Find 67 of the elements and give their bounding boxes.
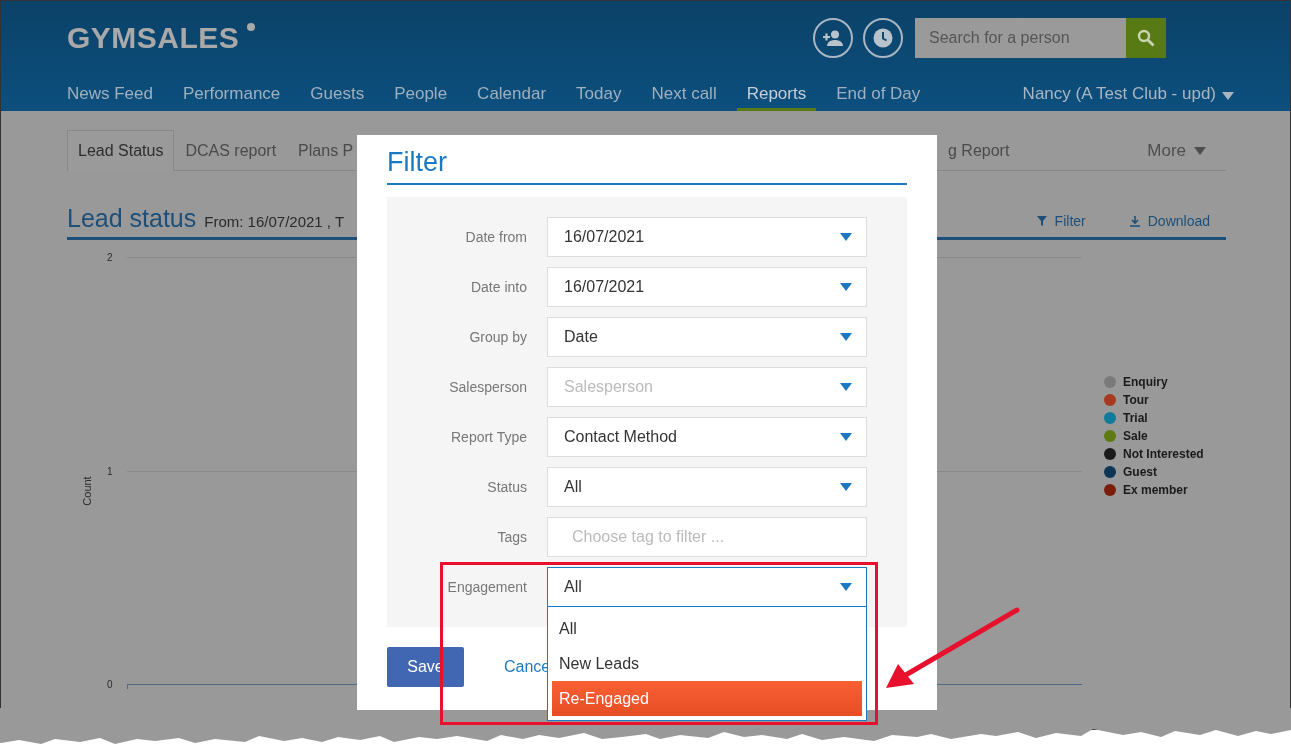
download-icon [1129, 215, 1140, 227]
select-field[interactable]: Contact Method [547, 417, 867, 457]
caret-icon [840, 583, 852, 591]
add-person-button[interactable] [813, 18, 853, 58]
nav-link[interactable]: Today [576, 79, 622, 111]
select-field[interactable]: All [547, 467, 867, 507]
nav-link[interactable]: End of Day [836, 79, 921, 111]
logo: GYMSALES [67, 21, 240, 55]
date-range: From: 16/07/2021 , T [204, 213, 345, 230]
clock-button[interactable] [863, 18, 903, 58]
caret-icon [840, 333, 852, 341]
nav-link[interactable]: Calendar [477, 79, 547, 111]
field-label: Group by [468, 329, 527, 345]
search-button[interactable] [1126, 18, 1166, 58]
axis-label: Count [81, 475, 93, 506]
caret-icon [840, 433, 852, 441]
field-label: Date into [469, 279, 527, 295]
select-field[interactable]: 16/07/2021 [547, 217, 867, 257]
legend-label: Not Interested [1123, 446, 1204, 461]
legend-label: Trial [1123, 410, 1148, 425]
search-icon [1137, 29, 1155, 47]
dropdown-option[interactable]: New Leads [552, 646, 862, 681]
nav-link[interactable]: Reports [736, 79, 817, 111]
dialog-title: Filter [387, 147, 907, 185]
select-field[interactable]: All [547, 567, 867, 607]
nav-link[interactable]: Next call [651, 79, 717, 111]
funnel-icon [1036, 216, 1047, 226]
report-tab[interactable]: Lead Status [67, 130, 175, 171]
caret-icon [840, 483, 852, 491]
select-field[interactable]: Date [547, 317, 867, 357]
field-label: Report Type [450, 429, 527, 445]
dropdown-option[interactable]: Re-Engaged [552, 681, 862, 716]
nav-link[interactable]: People [394, 79, 448, 111]
clock-icon [873, 28, 893, 48]
add-person-icon [822, 30, 844, 46]
legend-label: Tour [1123, 392, 1149, 407]
field-label: Salesperson [448, 379, 527, 395]
dot-icon [247, 23, 256, 31]
tick-label: 0 [107, 679, 113, 690]
download-link[interactable]: Download [1129, 213, 1210, 229]
more-menu[interactable]: More [1147, 130, 1226, 170]
field-label: Status [486, 479, 527, 495]
filter-link[interactable]: Filter [1036, 213, 1086, 229]
caret-icon [840, 283, 852, 291]
tick-label: 2 [107, 252, 113, 263]
caret-icon [840, 233, 852, 241]
legend-label: Ex member [1123, 482, 1188, 497]
report-tab[interactable]: DCAS report [174, 130, 288, 170]
nav-link[interactable]: Performance [183, 79, 281, 111]
field-label: Date from [464, 229, 527, 245]
legend-label: Sale [1123, 428, 1148, 443]
caret-icon [1222, 92, 1234, 100]
search-field[interactable]: Search for a person [915, 18, 1126, 58]
tick-label: 1 [107, 465, 113, 477]
legend-label: Guest [1123, 464, 1157, 479]
report-title: Lead status [67, 204, 197, 233]
legend-label: Enquiry [1123, 374, 1168, 389]
user-menu[interactable]: Nancy (A Test Club - upd) [1022, 79, 1234, 111]
dropdown-option[interactable]: All [552, 611, 862, 646]
field-label: Engagement [446, 579, 527, 595]
nav-link[interactable]: News Feed [67, 79, 153, 111]
nav-link[interactable]: Guests [310, 79, 365, 111]
caret-icon [1194, 147, 1206, 155]
select-field[interactable]: 16/07/2021 [547, 267, 867, 307]
field-label: Tags [496, 529, 527, 545]
caret-icon [840, 383, 852, 391]
report-tab[interactable]: g Report [937, 130, 1021, 170]
